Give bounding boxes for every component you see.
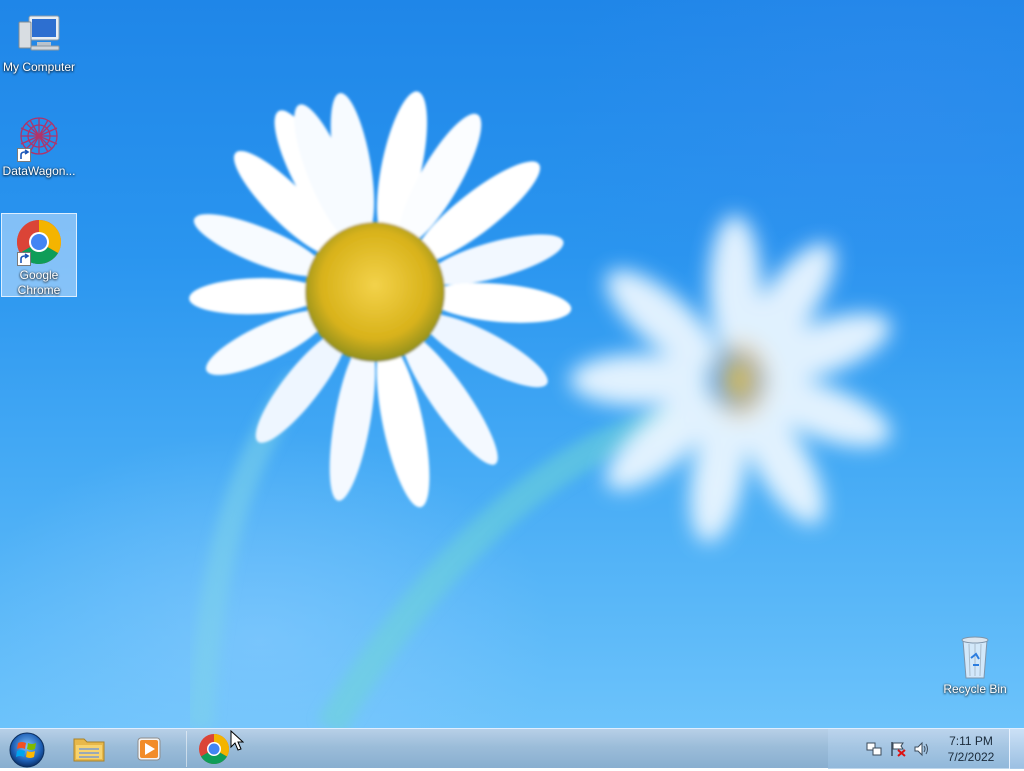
taskbar-file-explorer-button[interactable] xyxy=(62,731,116,767)
shortcut-arrow-icon xyxy=(17,148,31,162)
taskbar: 7:11 PM 7/2/2022 xyxy=(0,728,1024,769)
action-center-flag-icon[interactable] xyxy=(890,741,906,757)
system-clock[interactable]: 7:11 PM 7/2/2022 xyxy=(934,733,1008,765)
clock-time: 7:11 PM xyxy=(949,734,993,748)
desktop-icon-my-computer[interactable]: My Computer xyxy=(1,6,77,75)
shortcut-arrow-icon xyxy=(17,252,31,266)
desktop[interactable]: My Computer DataWagon... Google Chrome R… xyxy=(0,0,1024,728)
chrome-icon xyxy=(15,218,63,266)
recycle-bin-icon xyxy=(951,632,999,680)
start-button[interactable] xyxy=(4,730,50,768)
computer-icon xyxy=(15,10,63,58)
desktop-icon-label: My Computer xyxy=(2,60,76,74)
mouse-cursor-icon xyxy=(230,730,244,751)
clock-date: 7/2/2022 xyxy=(947,750,995,764)
taskbar-media-player-button[interactable] xyxy=(123,731,177,767)
folder-icon xyxy=(73,738,105,762)
desktop-icon-label: DataWagon... xyxy=(2,164,76,178)
notification-area: 7:11 PM 7/2/2022 xyxy=(828,729,1024,769)
show-desktop-button[interactable] xyxy=(1009,729,1024,769)
wallpaper-daisy-art xyxy=(187,91,891,728)
windows-logo-icon xyxy=(9,732,45,768)
desktop-icon-datawagon[interactable]: DataWagon... xyxy=(1,110,77,179)
desktop-icon-google-chrome[interactable]: Google Chrome xyxy=(1,213,77,297)
datawagon-icon xyxy=(15,114,63,162)
desktop-icon-label: Recycle Bin xyxy=(943,682,1007,696)
desktop-icon-label: Google Chrome xyxy=(17,268,61,297)
desktop-icon-recycle-bin[interactable]: Recycle Bin xyxy=(937,628,1013,697)
network-icon[interactable] xyxy=(866,741,882,757)
volume-icon[interactable] xyxy=(914,741,930,757)
media-player-icon xyxy=(137,737,161,761)
